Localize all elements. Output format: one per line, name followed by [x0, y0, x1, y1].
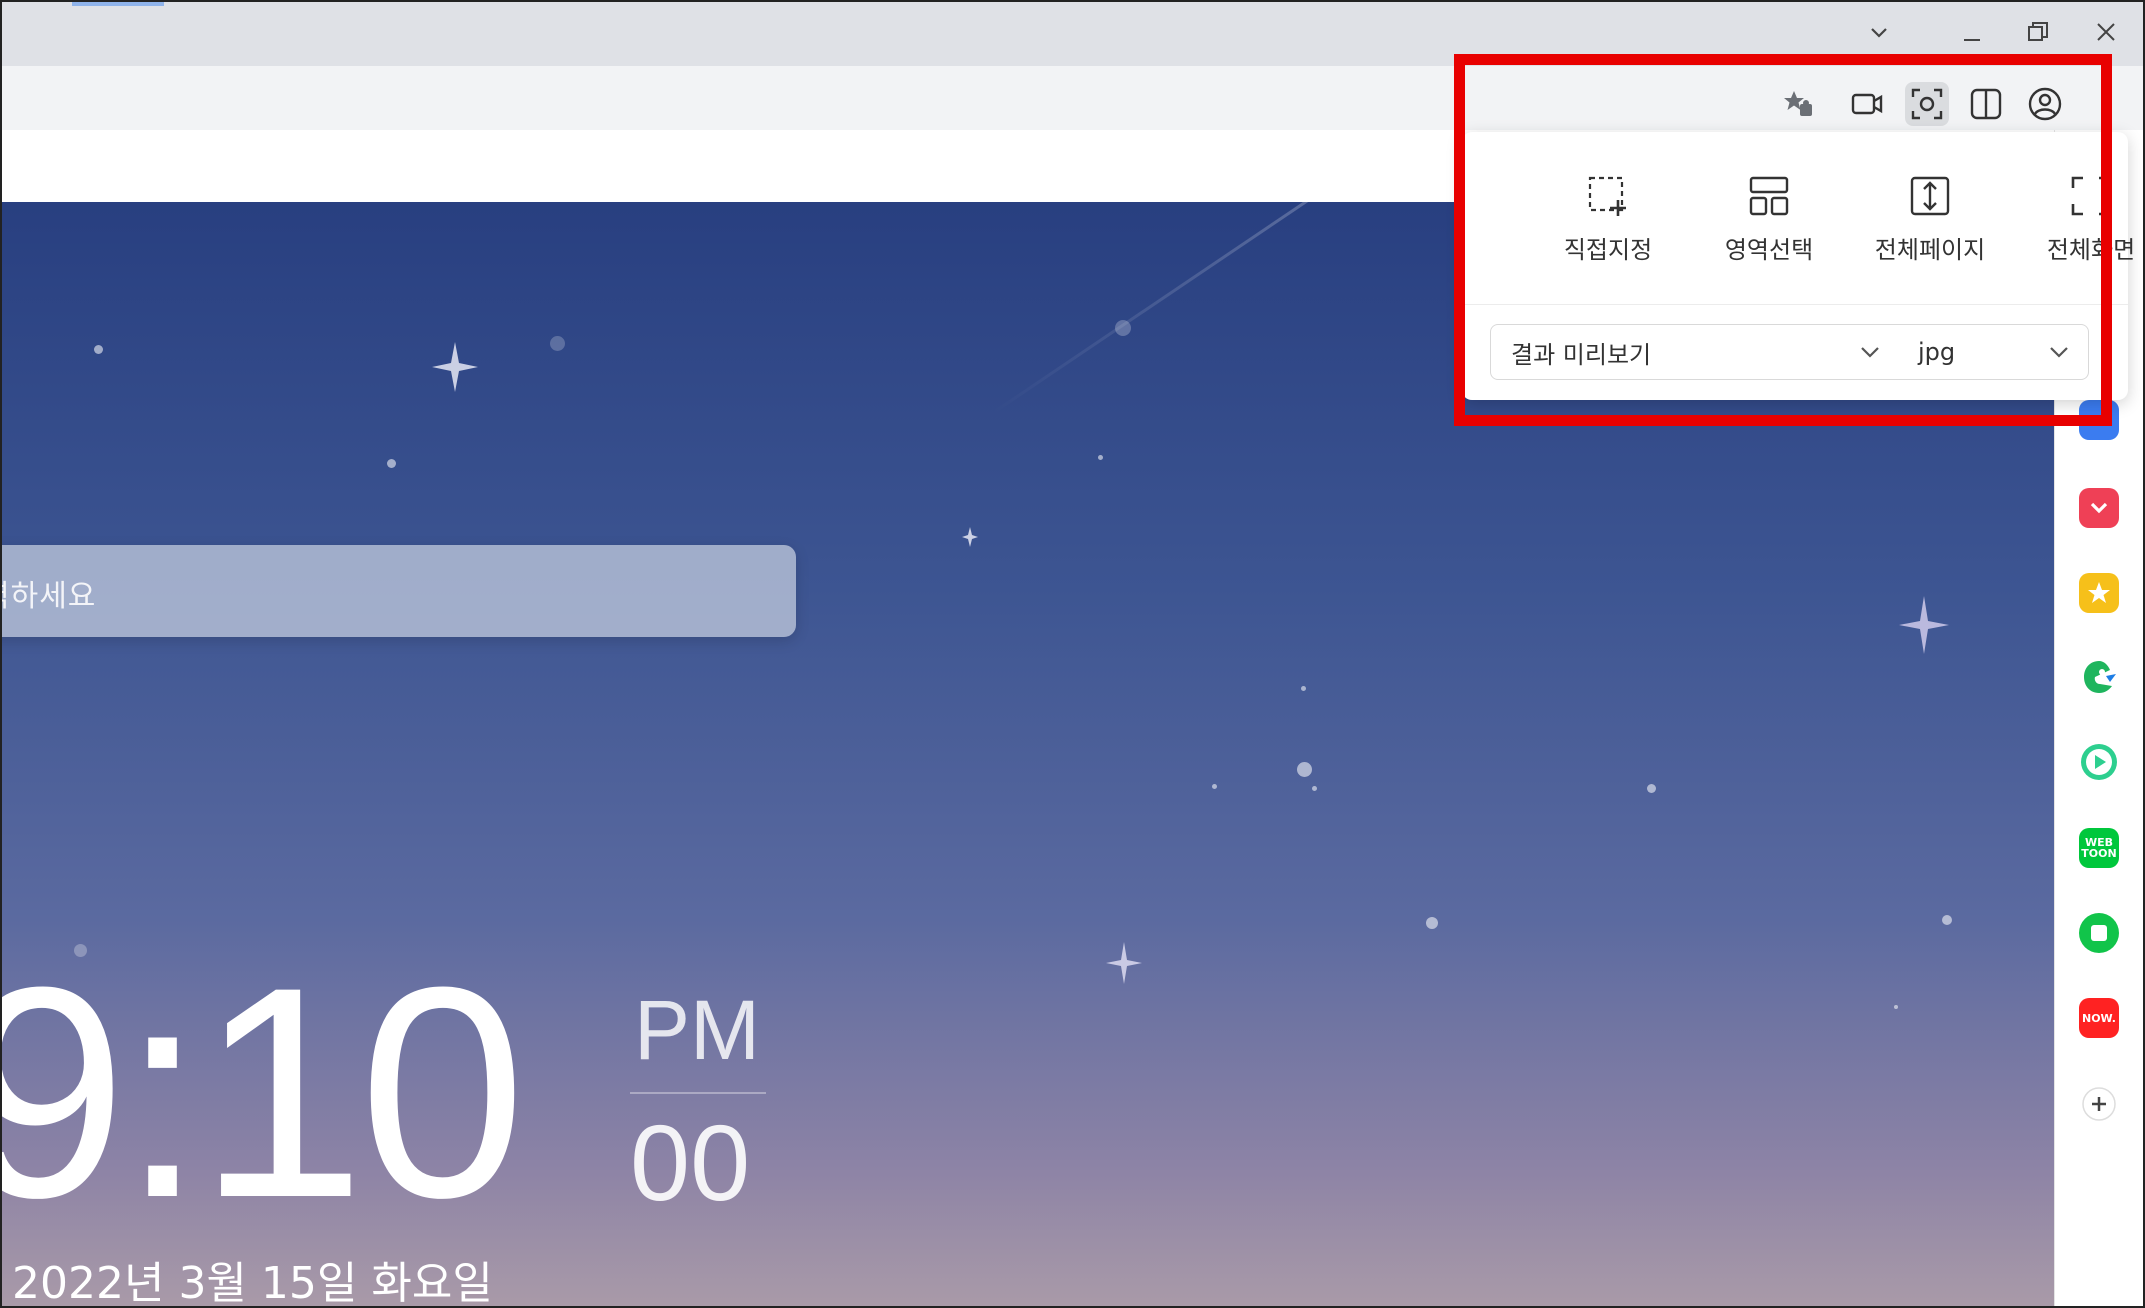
add-icon[interactable] [2079, 1084, 2119, 1124]
profile-icon[interactable] [2023, 82, 2067, 126]
minimize-icon[interactable] [1948, 12, 1996, 52]
media-play-icon[interactable] [2079, 742, 2119, 782]
result-action-select[interactable]: 결과 미리보기 [1490, 324, 1900, 380]
capture-mode-label: 전체화면 [2046, 236, 2136, 264]
search-placeholder: 력하세요 [2, 579, 97, 614]
star-dot [1894, 1005, 1898, 1009]
webtoon-icon[interactable]: WEB TOON [2079, 828, 2119, 868]
star-dot [1312, 786, 1317, 791]
capture-mode-area[interactable]: 영역선택 [1699, 172, 1839, 265]
now-icon[interactable]: NOW. [2079, 998, 2119, 1038]
tab-strip [2, 2, 2143, 66]
star-dot [1942, 915, 1952, 925]
chevron-down-icon [1861, 347, 1879, 358]
favorites-star-icon[interactable] [2079, 573, 2119, 613]
capture-mode-label: 직접지정 [1563, 236, 1653, 264]
clock-date: 2022년 3월 15일 화요일 [12, 1258, 493, 1306]
star-dot [1297, 762, 1312, 777]
format-select[interactable]: jpg [1898, 324, 2089, 380]
screen-capture-icon[interactable] [1905, 82, 1949, 126]
star-dot [1212, 784, 1217, 789]
sparkle-star [1899, 596, 1949, 654]
app-blue-icon[interactable] [2079, 400, 2119, 440]
split-view-icon[interactable] [1964, 82, 2008, 126]
star-dot [1426, 917, 1438, 929]
star-dot [1647, 784, 1656, 793]
full-page-icon [1910, 176, 1950, 216]
extensions-icon[interactable] [1776, 82, 1820, 126]
green-app-icon[interactable] [2079, 913, 2119, 953]
clock-time: 9:10 [2, 924, 526, 1260]
capture-mode-label: 전체페이지 [1874, 236, 1986, 264]
star-dot [1115, 320, 1131, 336]
capture-mode-label: 영역선택 [1724, 236, 1814, 264]
capture-mode-custom[interactable]: 직접지정 [1538, 172, 1678, 265]
address-bar[interactable] [2, 66, 2143, 130]
video-capture-icon[interactable] [1845, 82, 1889, 126]
sparkle-star [962, 527, 978, 547]
sparkle-star [432, 342, 478, 392]
tab-list-chevron-icon[interactable] [1855, 12, 1903, 52]
capture-popup: 직접지정 영역선택 전체페이지 전체화면 결과 미리보기 jpg [1462, 132, 2135, 400]
star-dot [94, 345, 103, 354]
star-dot [1098, 455, 1103, 460]
star-dot [1301, 686, 1306, 691]
search-box[interactable]: 력하세요 [2, 545, 796, 637]
browser-window: 력하세요 9:10 PM 00 2022년 3월 15일 화요일 WEB TOO… [0, 0, 2145, 1308]
clock-seconds: 00 [630, 1102, 751, 1223]
close-icon[interactable] [2082, 12, 2130, 52]
restore-icon[interactable] [2014, 12, 2062, 52]
area-select-icon [1749, 176, 1789, 216]
capture-mode-fullpage[interactable]: 전체페이지 [1860, 172, 2000, 265]
custom-region-icon [1588, 176, 1626, 216]
result-action-value: 결과 미리보기 [1511, 340, 1652, 369]
format-value: jpg [1918, 338, 1956, 366]
star-dot [550, 336, 565, 351]
full-screen-icon [2071, 176, 2111, 216]
star-dot [387, 459, 396, 468]
active-tab-indicator[interactable] [72, 2, 164, 6]
clock-ampm: PM [634, 983, 760, 1077]
pocket-icon[interactable] [2079, 488, 2119, 528]
papago-icon[interactable] [2079, 657, 2119, 697]
shooting-star [991, 202, 1342, 415]
sparkle-star [1106, 942, 1142, 984]
clock-divider [630, 1092, 766, 1094]
capture-mode-fullscreen[interactable]: 전체화면 [2021, 172, 2143, 265]
chevron-down-icon [2050, 347, 2068, 358]
divider [1462, 304, 2128, 305]
